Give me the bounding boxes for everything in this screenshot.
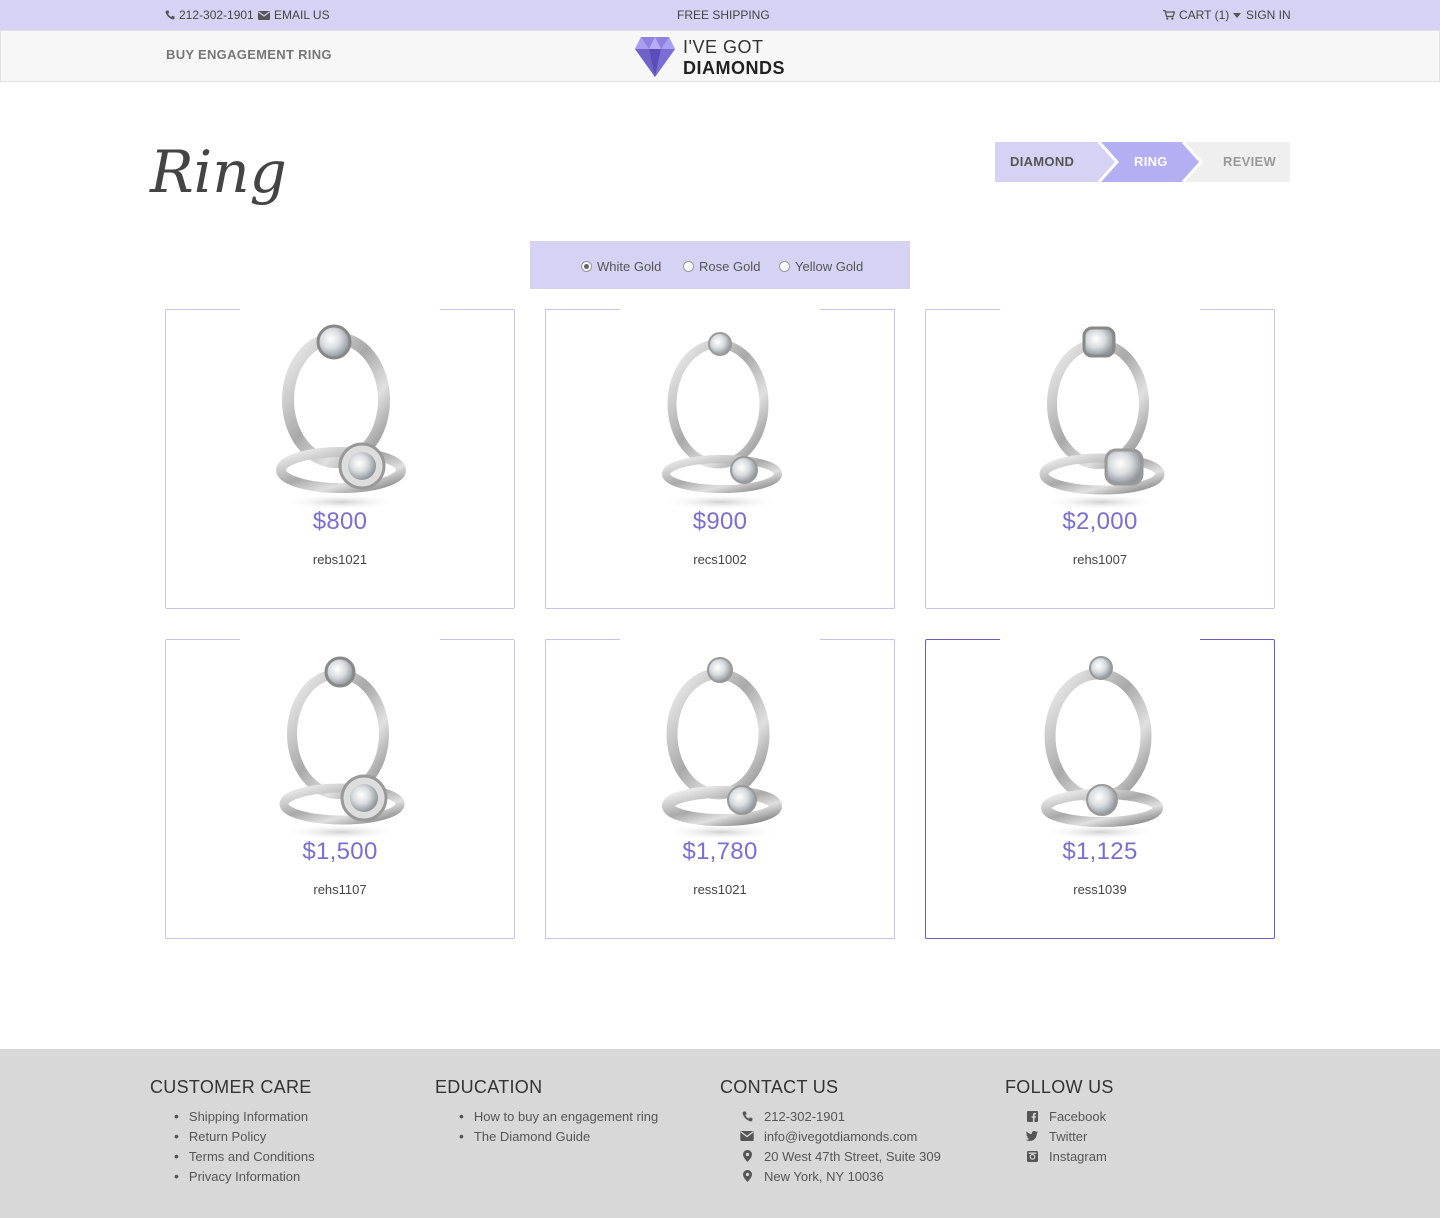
metal-label: Yellow Gold — [795, 259, 864, 274]
ring-image — [276, 324, 406, 510]
signin-label[interactable]: SIGN IN — [1246, 8, 1291, 22]
instagram-icon — [1025, 1150, 1039, 1162]
phone-number[interactable]: 212-302-1901 — [179, 8, 254, 22]
metal-option-white-gold[interactable]: White Gold — [581, 259, 661, 274]
ring-image — [1041, 656, 1163, 840]
twitter-icon — [1025, 1131, 1039, 1141]
radio-yellow-gold[interactable] — [779, 261, 790, 272]
map-marker-icon — [740, 1150, 754, 1162]
product-sku: ress1039 — [1073, 882, 1127, 897]
envelope-icon — [258, 10, 270, 20]
email-label[interactable]: EMAIL US — [274, 8, 330, 22]
cart-label[interactable]: CART (1) — [1179, 8, 1229, 22]
footer-customer-care: CUSTOMER CARE Shipping Information Retur… — [150, 1077, 315, 1186]
product-sku: rehs1007 — [1072, 552, 1128, 567]
contact-text: New York, NY 10036 — [764, 1168, 884, 1184]
footer-link-diamond-guide[interactable]: The Diamond Guide — [474, 1129, 590, 1144]
footer-link-shipping[interactable]: Shipping Information — [189, 1109, 308, 1124]
footer-link-terms[interactable]: Terms and Conditions — [189, 1149, 315, 1164]
product-card[interactable]: $1,780 ress1021 — [545, 639, 895, 939]
email-link[interactable]: EMAIL US — [258, 8, 330, 22]
social-link-label[interactable]: Instagram — [1049, 1149, 1107, 1164]
contact-address-line-2: New York, NY 10036 — [720, 1166, 941, 1186]
footer-education: EDUCATION How to buy an engagement ring … — [435, 1077, 658, 1146]
promo-text: FREE SHIPPING — [677, 8, 770, 22]
social-instagram[interactable]: Instagram — [1005, 1146, 1114, 1166]
signin-link[interactable]: SIGN IN — [1246, 8, 1291, 22]
metal-filter: White Gold Rose Gold Yellow Gold — [530, 241, 910, 289]
product-card[interactable]: $800 rebs1021 — [165, 309, 515, 609]
social-link-label[interactable]: Twitter — [1049, 1129, 1087, 1144]
top-bar: 212-302-1901 EMAIL US FREE SHIPPING CART… — [0, 0, 1440, 30]
metal-option-yellow-gold[interactable]: Yellow Gold — [779, 259, 863, 274]
checkout-stepper: DIAMOND RING REVIEW — [995, 142, 1290, 182]
social-link-label[interactable]: Facebook — [1049, 1109, 1106, 1124]
product-price: $2,000 — [1062, 508, 1138, 535]
cart-link[interactable]: CART (1) — [1163, 8, 1242, 22]
envelope-icon — [740, 1131, 754, 1141]
site-footer: CUSTOMER CARE Shipping Information Retur… — [0, 1049, 1440, 1218]
footer-link-privacy[interactable]: Privacy Information — [189, 1169, 300, 1184]
logo-line-2: DIAMONDS — [683, 58, 785, 78]
product-price: $1,125 — [1062, 838, 1138, 865]
cart-icon — [1163, 10, 1175, 20]
step-diamond[interactable]: DIAMOND — [1010, 154, 1074, 169]
product-card[interactable]: $2,000 rehs1007 — [925, 309, 1275, 609]
map-marker-icon — [740, 1170, 754, 1182]
nav-buy-engagement-ring[interactable]: BUY ENGAGEMENT RING — [166, 47, 332, 62]
footer-link-return-policy[interactable]: Return Policy — [189, 1129, 266, 1144]
ring-image — [661, 657, 782, 840]
product-price: $800 — [312, 508, 368, 535]
site-header: BUY ENGAGEMENT RING I'VE GOT DIAMONDS — [0, 30, 1440, 82]
product-sku: rehs1107 — [313, 882, 367, 897]
phone-link[interactable]: 212-302-1901 — [165, 8, 254, 22]
product-sku: rebs1021 — [312, 552, 368, 567]
product-sku: recs1002 — [693, 552, 747, 567]
product-card[interactable]: $1,125 ress1039 — [925, 639, 1275, 939]
logo-line-1: I'VE GOT — [683, 37, 764, 57]
footer-heading: EDUCATION — [435, 1077, 543, 1097]
product-price: $1,780 — [682, 838, 758, 865]
contact-text: info@ivegotdiamonds.com — [764, 1128, 918, 1144]
contact-text: 20 West 47th Street, Suite 309 — [764, 1148, 941, 1164]
footer-follow-us: FOLLOW US Facebook Twitter Instagram — [1005, 1077, 1114, 1166]
contact-address-line-1: 20 West 47th Street, Suite 309 — [720, 1146, 941, 1166]
metal-label: Rose Gold — [699, 259, 761, 274]
diamond-logo-icon — [635, 37, 675, 77]
step-review[interactable]: REVIEW — [1223, 154, 1276, 169]
footer-contact: CONTACT US 212-302-1901 info@ivegotdiamo… — [720, 1077, 941, 1186]
site-logo[interactable]: I'VE GOT DIAMONDS — [633, 35, 803, 79]
facebook-icon — [1025, 1110, 1039, 1122]
footer-heading: CUSTOMER CARE — [150, 1077, 312, 1097]
phone-icon — [740, 1111, 754, 1122]
product-card[interactable]: $1,500 rehs1107 — [165, 639, 515, 939]
radio-white-gold[interactable] — [581, 261, 592, 272]
page-title: Ring — [150, 138, 287, 206]
metal-option-rose-gold[interactable]: Rose Gold — [683, 259, 760, 274]
footer-heading: FOLLOW US — [1005, 1077, 1114, 1097]
product-price: $1,500 — [302, 838, 378, 865]
ring-image — [1039, 326, 1165, 510]
social-twitter[interactable]: Twitter — [1005, 1126, 1114, 1146]
step-ring[interactable]: RING — [1134, 154, 1168, 169]
free-shipping-label: FREE SHIPPING — [677, 8, 770, 22]
metal-label: White Gold — [597, 259, 662, 274]
product-card[interactable]: $900 recs1002 — [545, 309, 895, 609]
footer-link-how-to-buy[interactable]: How to buy an engagement ring — [474, 1109, 658, 1124]
social-facebook[interactable]: Facebook — [1005, 1106, 1114, 1126]
ring-image — [661, 332, 782, 510]
ring-image — [279, 656, 405, 840]
product-price: $900 — [692, 508, 748, 535]
contact-text: 212-302-1901 — [764, 1108, 845, 1124]
caret-down-icon[interactable] — [1233, 12, 1242, 18]
phone-icon — [165, 10, 175, 20]
radio-rose-gold[interactable] — [683, 261, 694, 272]
contact-email[interactable]: info@ivegotdiamonds.com — [720, 1126, 941, 1146]
contact-phone[interactable]: 212-302-1901 — [720, 1106, 941, 1126]
product-sku: ress1021 — [693, 882, 747, 897]
footer-heading: CONTACT US — [720, 1077, 839, 1097]
